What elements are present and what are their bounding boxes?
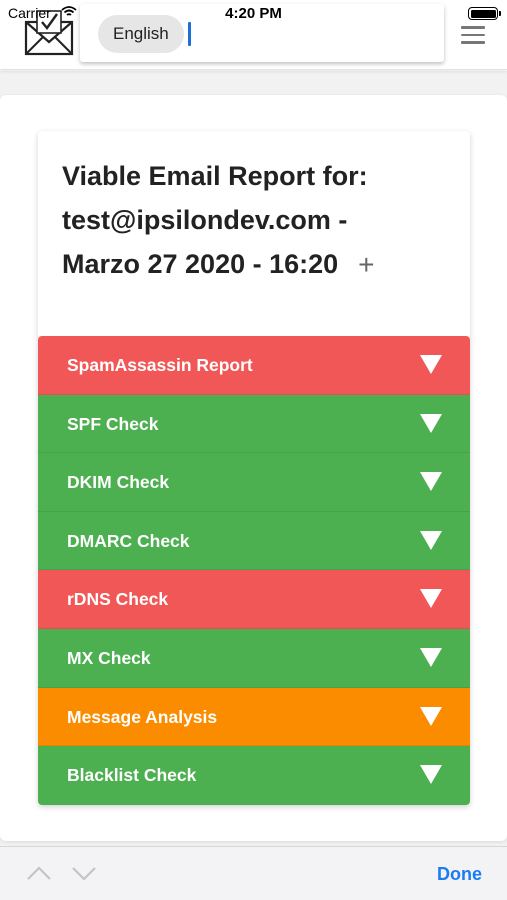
section-label: Message Analysis: [67, 706, 218, 727]
report-card: Viable Email Report for: test@ipsilondev…: [38, 131, 470, 805]
clock: 4:20 PM: [225, 5, 282, 22]
chevron-up-icon[interactable]: [26, 864, 52, 882]
section-label: DKIM Check: [67, 472, 170, 493]
section-label: SPF Check: [67, 413, 159, 434]
expand-triangle-icon[interactable]: [419, 588, 443, 609]
section-dmarc-check[interactable]: DMARC Check: [38, 511, 470, 571]
report-title-line3: Marzo 27 2020 - 16:20: [62, 249, 339, 279]
section-spamassassin-report[interactable]: SpamAssassin Report: [38, 336, 470, 395]
expand-triangle-icon[interactable]: [419, 764, 443, 785]
section-label: Blacklist Check: [67, 765, 197, 786]
section-label: SpamAssassin Report: [67, 355, 253, 375]
report-title-line1: Viable Email Report for:: [62, 161, 368, 191]
keyboard-toolbar: Done: [0, 846, 507, 900]
expand-triangle-icon[interactable]: [419, 647, 443, 668]
expand-triangle-icon[interactable]: [419, 706, 443, 727]
section-spf-check[interactable]: SPF Check: [38, 394, 470, 454]
section-label: rDNS Check: [67, 589, 169, 610]
section-blacklist-check[interactable]: Blacklist Check: [38, 746, 470, 805]
section-rdns-check[interactable]: rDNS Check: [38, 570, 470, 629]
battery-icon: [468, 7, 501, 20]
done-button[interactable]: Done: [437, 864, 482, 885]
report-title: Viable Email Report for: test@ipsilondev…: [62, 154, 442, 287]
expand-triangle-icon[interactable]: [419, 413, 443, 434]
section-message-analysis[interactable]: Message Analysis: [38, 687, 470, 747]
section-mx-check[interactable]: MX Check: [38, 628, 470, 688]
chevron-down-icon[interactable]: [71, 864, 97, 882]
check-sections: SpamAssassin Report SPF Check DKIM Check…: [38, 336, 470, 805]
expand-triangle-icon[interactable]: [419, 530, 443, 551]
section-label: DMARC Check: [67, 530, 190, 551]
expand-triangle-icon[interactable]: [419, 354, 443, 375]
section-dkim-check[interactable]: DKIM Check: [38, 453, 470, 512]
plus-icon[interactable]: +: [358, 243, 374, 287]
expand-triangle-icon[interactable]: [419, 471, 443, 492]
status-bar: Carrier 4:20 PM: [0, 0, 507, 26]
hamburger-menu-icon[interactable]: [461, 26, 485, 44]
report-title-line2: test@ipsilondev.com -: [62, 205, 348, 235]
section-label: MX Check: [67, 647, 151, 668]
